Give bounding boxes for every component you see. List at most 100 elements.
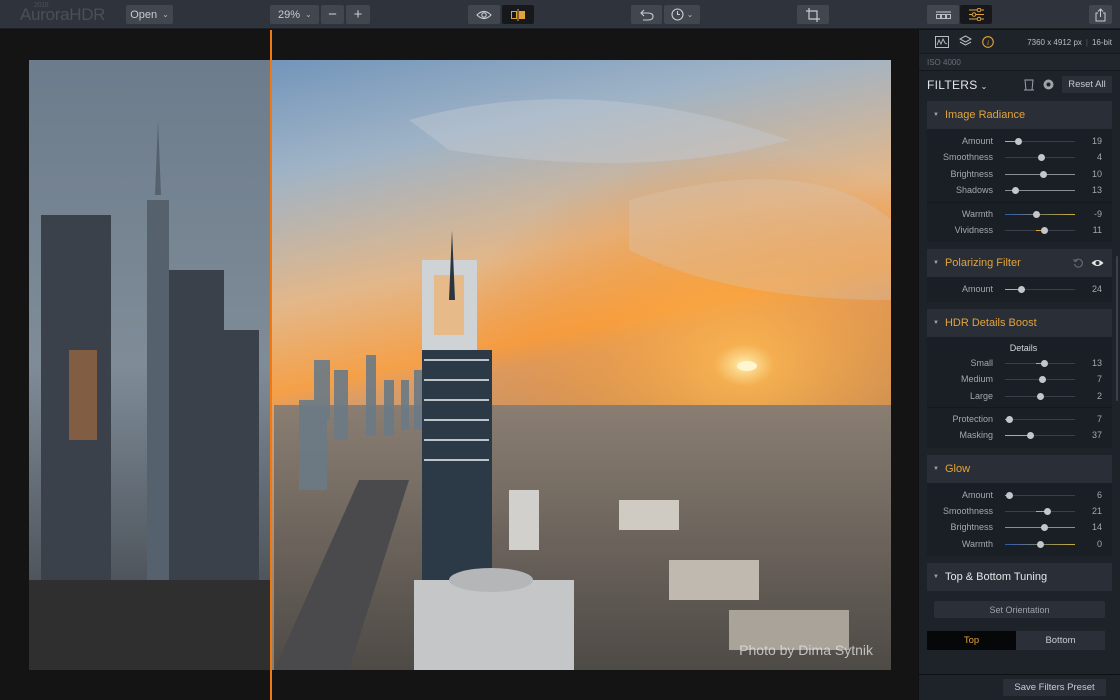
bottom-option[interactable]: Bottom [1016,631,1105,651]
slider-knob[interactable] [1041,524,1049,532]
minus-icon: − [328,6,337,23]
slider-value[interactable]: 21 [1092,506,1102,516]
slider-knob[interactable] [1014,138,1022,145]
set-orientation-button[interactable]: Set Orientation [934,601,1105,619]
layers-icon[interactable] [959,35,972,48]
zoom-dropdown[interactable]: 29% ⌄ [270,5,319,24]
undo-button[interactable] [631,5,662,24]
chevron-down-icon: ⌄ [686,10,694,19]
open-button[interactable]: Open ⌄ [126,5,173,24]
filters-dropdown[interactable]: FILTERS ⌄ [927,78,988,92]
slider-label: Amount [961,136,993,146]
slider-knob[interactable] [1033,210,1040,218]
slider-track[interactable] [1005,170,1075,178]
app-logo: 2018 AuroraHDR [20,2,105,25]
mask-icon[interactable] [1023,79,1035,91]
slider-track[interactable] [1005,491,1075,499]
filters-title: FILTERS [927,77,978,92]
slider-value[interactable]: 37 [1092,430,1102,440]
slider-track[interactable] [1005,376,1075,384]
slider-knob[interactable] [1027,432,1035,440]
filters-scroll-area[interactable]: ▼ Image Radiance Amount 19 Smoothness 4 Brig… [919,101,1120,674]
share-button[interactable] [1089,5,1112,24]
filter-header-glow[interactable]: ▼ Glow [927,454,1112,483]
filter-header-top-bottom-tuning[interactable]: ▼ Top & Bottom Tuning [927,563,1112,592]
save-filters-preset-button[interactable]: Save Filters Preset [1003,679,1106,696]
slider-knob[interactable] [1037,154,1045,162]
eye-icon[interactable] [1091,259,1104,267]
compare-split-button[interactable] [502,5,534,24]
slider-track[interactable] [1005,432,1075,440]
slider-knob[interactable] [1036,540,1044,548]
slider-knob[interactable] [1006,415,1014,423]
photo-after: Photo by Dima Sytnik [29,60,891,670]
slider-track[interactable] [1005,286,1075,294]
reset-all-button[interactable]: Reset All [1062,76,1112,93]
slider-track[interactable] [1005,415,1075,423]
slider-value[interactable]: 13 [1092,185,1102,195]
slider-track[interactable] [1005,226,1075,234]
slider-value[interactable]: 4 [1097,152,1102,162]
slider-row-masking: Masking 37 [927,427,1112,443]
slider-value[interactable]: 14 [1092,522,1102,532]
slider-row-large: Large 2 [927,388,1112,404]
slider-knob[interactable] [1043,508,1051,516]
slider-value[interactable]: 24 [1092,284,1102,294]
slider-value[interactable]: 19 [1092,136,1102,146]
aperture-icon[interactable] [1043,79,1054,90]
slider-knob[interactable] [1040,170,1047,178]
slider-track[interactable] [1005,540,1075,548]
top-option[interactable]: Top [927,631,1016,651]
slider-value[interactable]: -9 [1094,209,1102,219]
slider-track[interactable] [1005,154,1075,162]
filter-header-polarizing[interactable]: ▼ Polarizing Filter [927,249,1112,278]
slider-value[interactable]: 10 [1092,169,1102,179]
zoom-in-button[interactable]: + [346,5,370,24]
presets-panel-button[interactable] [927,5,959,24]
crop-button[interactable] [797,5,829,24]
slider-value[interactable]: 11 [1093,225,1102,235]
slider-track[interactable] [1005,524,1075,532]
slider-knob[interactable] [1039,376,1047,384]
slider-knob[interactable] [1005,491,1013,499]
slider-knob[interactable] [1040,226,1048,234]
collapse-triangle-icon: ▼ [933,319,939,326]
slider-value[interactable]: 13 [1092,358,1102,368]
svg-text:i: i [987,38,989,47]
info-icon[interactable]: i [982,35,994,48]
history-dropdown[interactable]: ⌄ [664,5,700,24]
filter-header-image-radiance[interactable]: ▼ Image Radiance [927,101,1112,129]
logo-year: 2018 [34,2,49,9]
slider-value[interactable]: 0 [1097,539,1102,549]
slider-label: Brightness [950,168,993,179]
slider-track[interactable] [1005,210,1075,218]
collapse-triangle-icon: ▼ [933,112,939,118]
compare-split-handle[interactable] [270,30,272,700]
slider-track[interactable] [1005,392,1075,400]
slider-value[interactable]: 7 [1097,414,1102,424]
filter-header-hdr-details-boost[interactable]: ▼ HDR Details Boost [927,308,1112,337]
preview-button[interactable] [468,5,500,24]
histogram-icon[interactable] [935,35,949,48]
image-canvas[interactable]: Photo by Dima Sytnik [0,30,918,700]
slider-track[interactable] [1005,187,1075,195]
presets-icon [935,11,951,19]
slider-track[interactable] [1005,138,1075,145]
slider-row-vividness: Vividness 11 [927,222,1112,238]
slider-knob[interactable] [1037,392,1045,400]
slider-track[interactable] [1005,359,1075,367]
crop-icon [806,7,820,22]
slider-track[interactable] [1005,508,1075,516]
chevron-down-icon: ⌄ [162,10,169,19]
undo-icon [639,9,654,21]
filters-panel-button[interactable] [960,5,992,24]
slider-value[interactable]: 2 [1097,391,1102,401]
slider-knob[interactable] [1012,187,1019,195]
slider-value[interactable]: 6 [1097,490,1102,500]
panel-scrollbar[interactable] [1116,256,1118,401]
slider-knob[interactable] [1018,286,1026,294]
reset-filter-icon[interactable] [1073,258,1084,269]
slider-value[interactable]: 7 [1097,374,1102,384]
slider-knob[interactable] [1041,359,1049,367]
zoom-out-button[interactable]: − [321,5,344,24]
